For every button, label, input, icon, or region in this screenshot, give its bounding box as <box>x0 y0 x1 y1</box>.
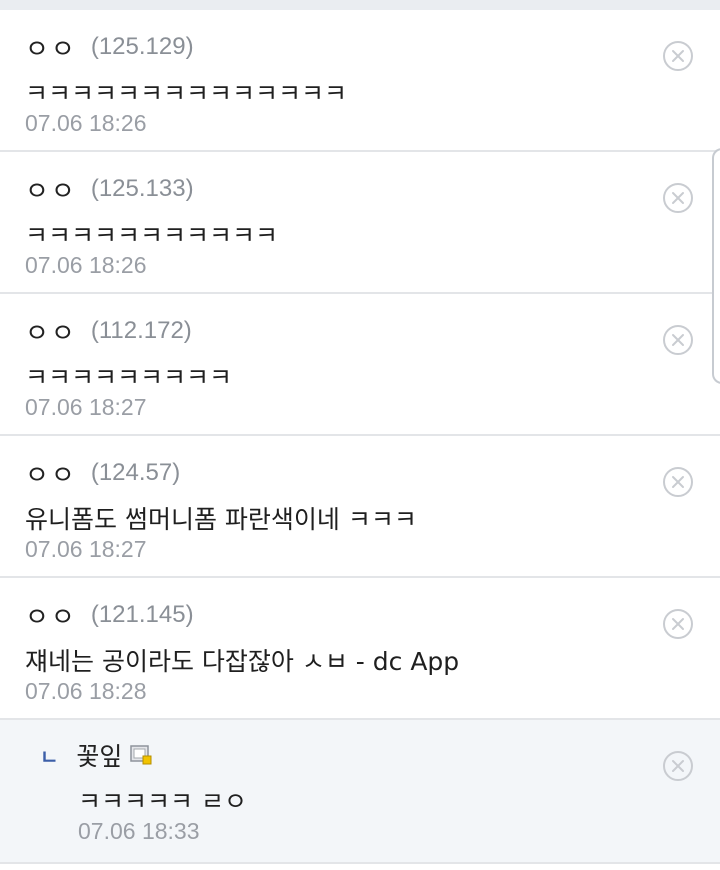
comment-text: ㅋㅋㅋㅋㅋㅋㅋㅋㅋㅋㅋ <box>25 221 279 250</box>
comment-item: ㅇㅇ (121.145) 쟤네는 공이라도 다잡잖아 ㅅㅂ - dc App 0… <box>0 578 720 720</box>
comment-date: 07.06 18:27 <box>25 394 147 420</box>
comment-item: ㅇㅇ (124.57) 유니폼도 썸머니폼 파란색이네 ㅋㅋㅋ 07.06 18… <box>0 436 720 578</box>
comment-text: 쟤네는 공이라도 다잡잖아 ㅅㅂ - dc App <box>25 647 460 676</box>
close-icon <box>672 192 684 204</box>
comment-item: ㅇㅇ (112.172) ㅋㅋㅋㅋㅋㅋㅋㅋㅋ 07.06 18:27 <box>0 294 720 436</box>
comment-date: 07.06 18:28 <box>25 678 147 704</box>
comment-list: ㅇㅇ (125.129) ㅋㅋㅋㅋㅋㅋㅋㅋㅋㅋㅋㅋㅋㅋ 07.06 18:26 … <box>0 10 720 864</box>
comment-ip: (124.57) <box>90 459 181 486</box>
reply-author: ㄴ 꽃잎 <box>40 738 152 772</box>
comment-ip: (125.129) <box>90 33 194 60</box>
reply-item: ㄴ 꽃잎 ㅋㅋㅋㅋㅋ ㄹㅇ 07.06 18:33 <box>0 720 720 864</box>
comment-item: ㅇㅇ (125.129) ㅋㅋㅋㅋㅋㅋㅋㅋㅋㅋㅋㅋㅋㅋ 07.06 18:26 <box>0 10 720 152</box>
comment-nickname[interactable]: ㅇㅇ <box>25 313 77 350</box>
top-strip <box>0 0 720 10</box>
comment-ip: (121.145) <box>90 601 194 628</box>
gallog-icon[interactable] <box>130 745 152 765</box>
comment-author: ㅇㅇ (124.57) <box>25 455 181 492</box>
delete-comment-button[interactable] <box>663 41 693 71</box>
comment-date: 07.06 18:26 <box>25 252 147 278</box>
delete-reply-button[interactable] <box>663 751 693 781</box>
close-icon <box>672 334 684 346</box>
reply-date: 07.06 18:33 <box>78 818 200 844</box>
comment-text: 유니폼도 썸머니폼 파란색이네 ㅋㅋㅋ <box>25 505 417 534</box>
delete-comment-button[interactable] <box>663 325 693 355</box>
comment-nickname[interactable]: ㅇㅇ <box>25 29 77 66</box>
comment-ip: (112.172) <box>90 317 192 344</box>
delete-comment-button[interactable] <box>663 467 693 497</box>
comment-item: ㅇㅇ (125.133) ㅋㅋㅋㅋㅋㅋㅋㅋㅋㅋㅋ 07.06 18:26 <box>0 152 720 294</box>
close-icon <box>672 760 684 772</box>
close-icon <box>672 476 684 488</box>
reply-text: ㅋㅋㅋㅋㅋ ㄹㅇ <box>78 787 247 816</box>
comment-date: 07.06 18:27 <box>25 536 147 562</box>
comment-text: ㅋㅋㅋㅋㅋㅋㅋㅋㅋㅋㅋㅋㅋㅋ <box>25 79 348 108</box>
close-icon <box>672 618 684 630</box>
reply-nickname[interactable]: 꽃잎 <box>76 737 122 773</box>
comment-date: 07.06 18:26 <box>25 110 147 136</box>
comment-author: ㅇㅇ (121.145) <box>25 597 194 634</box>
comment-author: ㅇㅇ (125.129) <box>25 29 194 66</box>
comment-author: ㅇㅇ (125.133) <box>25 171 194 208</box>
delete-comment-button[interactable] <box>663 609 693 639</box>
delete-comment-button[interactable] <box>663 183 693 213</box>
comment-nickname[interactable]: ㅇㅇ <box>25 597 77 634</box>
close-icon <box>672 50 684 62</box>
comment-text: ㅋㅋㅋㅋㅋㅋㅋㅋㅋ <box>25 363 233 392</box>
reply-arrow-icon: ㄴ <box>40 744 59 769</box>
comment-author: ㅇㅇ (112.172) <box>25 313 192 350</box>
comment-nickname[interactable]: ㅇㅇ <box>25 171 77 208</box>
comment-nickname[interactable]: ㅇㅇ <box>25 455 77 492</box>
scrollbar-handle[interactable] <box>712 148 720 384</box>
comment-ip: (125.133) <box>90 175 194 202</box>
